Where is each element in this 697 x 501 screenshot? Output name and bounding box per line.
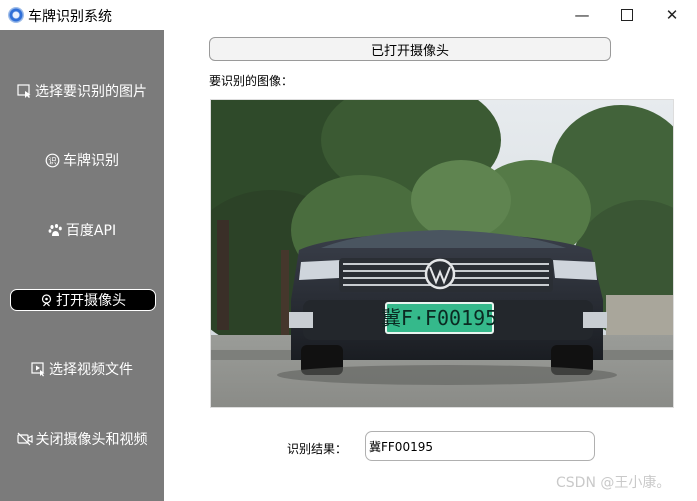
paw-icon (48, 223, 62, 236)
watermark: CSDN @王小康。 (556, 475, 671, 491)
sidebar-item-label: 百度API (65, 223, 117, 239)
sidebar-item-close-camera-video[interactable]: 关闭摄像头和视频 (0, 427, 164, 451)
maximize-icon (621, 9, 633, 21)
maximize-button[interactable] (605, 0, 649, 30)
app-icon (8, 7, 24, 23)
recognition-image: 冀F·F00195 (210, 99, 674, 408)
select-image-icon (17, 83, 31, 98)
svg-text:识: 识 (49, 156, 57, 165)
sidebar-item-label: 打开摄像头 (56, 293, 126, 309)
image-label: 要识别的图像： (209, 74, 294, 88)
video-off-icon (16, 432, 33, 446)
sidebar-item-open-camera[interactable]: 打开摄像头 (10, 289, 156, 311)
plate-text: 冀F·F00195 (381, 306, 497, 330)
camera-icon (41, 293, 52, 306)
sidebar-item-label: 关闭摄像头和视频 (35, 432, 148, 448)
sidebar-item-baidu-api[interactable]: 百度API (0, 218, 164, 242)
camera-status-button[interactable]: 已打开摄像头 (209, 37, 611, 61)
window-title: 车牌识别系统 (28, 9, 112, 25)
sidebar-item-select-image[interactable]: 选择要识别的图片 (0, 79, 164, 103)
select-video-icon (31, 361, 45, 376)
close-button[interactable]: ✕ (650, 0, 694, 30)
sidebar-item-label: 选择视频文件 (49, 362, 133, 378)
sidebar-item-select-video[interactable]: 选择视频文件 (0, 357, 164, 381)
sidebar-item-label: 车牌识别 (63, 153, 119, 169)
car-photo: 冀F·F00195 (211, 100, 673, 407)
minimize-button[interactable]: — (560, 0, 604, 30)
result-label: 识别结果： (287, 442, 348, 456)
sidebar-item-recognize[interactable]: 识 车牌识别 (0, 148, 164, 172)
minimize-icon: — (574, 6, 590, 24)
sidebar: 选择要识别的图片 识 车牌识别 百度API 打开摄像头 选择视频文件 关闭摄像头… (0, 30, 164, 501)
title-bar: 车牌识别系统 — ✕ (0, 0, 697, 30)
sidebar-item-label: 选择要识别的图片 (35, 84, 147, 100)
result-field[interactable]: 冀FF00195 (365, 431, 595, 461)
recognize-icon: 识 (45, 153, 60, 167)
close-icon: ✕ (665, 6, 679, 24)
